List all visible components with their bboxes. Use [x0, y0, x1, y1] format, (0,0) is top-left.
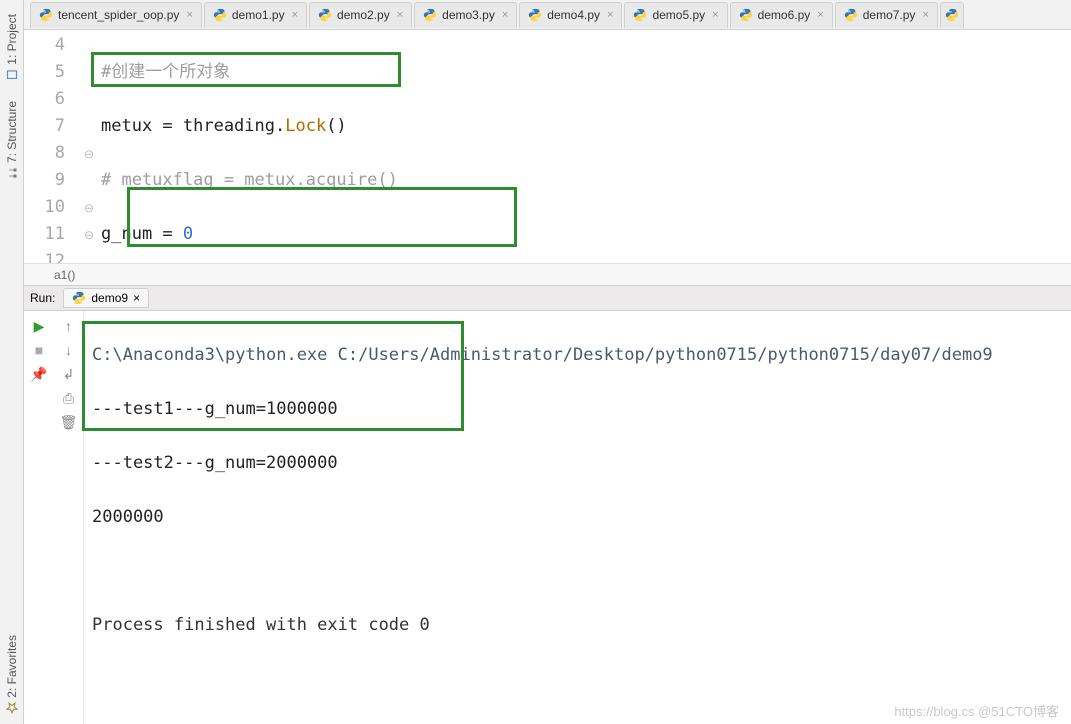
- code-editor[interactable]: 4567 891011 12131415 16171819 ⊖ ⊖ ⊖ ⊟ ⊟ …: [24, 30, 1071, 263]
- fold-icon[interactable]: ⊖: [79, 221, 99, 248]
- close-icon[interactable]: ×: [817, 9, 823, 21]
- editor-tabs: tencent_spider_oop.py × demo1.py× demo2.p…: [24, 0, 1071, 30]
- editor-tab[interactable]: demo5.py×: [624, 2, 727, 28]
- editor-tab-overflow[interactable]: [940, 2, 964, 28]
- trash-icon[interactable]: 🗑: [60, 413, 78, 431]
- editor-tab[interactable]: demo6.py×: [730, 2, 833, 28]
- editor-tab[interactable]: demo2.py×: [309, 2, 412, 28]
- close-icon[interactable]: ×: [502, 9, 508, 21]
- close-icon[interactable]: ×: [133, 291, 140, 305]
- editor-tab[interactable]: demo7.py×: [835, 2, 938, 28]
- run-config-tab[interactable]: demo9 ×: [63, 288, 149, 308]
- close-icon[interactable]: ×: [186, 9, 192, 21]
- close-icon[interactable]: ×: [607, 9, 613, 21]
- breadcrumb[interactable]: a1(): [24, 263, 1071, 285]
- print-icon[interactable]: ⎙: [60, 389, 78, 407]
- editor-tab[interactable]: demo4.py×: [519, 2, 622, 28]
- sidebar-tab-project[interactable]: 1: Project: [3, 6, 21, 89]
- editor-tab[interactable]: demo1.py×: [204, 2, 307, 28]
- line-number-gutter: 4567 891011 12131415 16171819: [24, 30, 79, 263]
- run-label: Run:: [30, 291, 55, 305]
- close-icon[interactable]: ×: [397, 9, 403, 21]
- run-secondary-toolbar: ↑ ↓ ↲ ⎙ 🗑: [54, 311, 84, 724]
- tool-window-bar: 1: Project 7: Structure 2: Favorites: [0, 0, 24, 724]
- pin-icon[interactable]: 📌: [30, 365, 48, 383]
- close-icon[interactable]: ×: [922, 9, 928, 21]
- sidebar-tab-favorites[interactable]: 2: Favorites: [3, 627, 21, 722]
- code-area[interactable]: #创建一个所对象 metux = threading.Lock() # metu…: [99, 30, 1071, 263]
- run-tool-window-header: Run: demo9 ×: [24, 285, 1071, 311]
- fold-icon[interactable]: ⊖: [79, 194, 99, 221]
- sidebar-tab-structure[interactable]: 7: Structure: [3, 93, 21, 187]
- rerun-icon[interactable]: ▶: [30, 317, 48, 335]
- stop-icon[interactable]: ■: [30, 341, 48, 359]
- scroll-down-icon[interactable]: ↓: [60, 341, 78, 359]
- soft-wrap-icon[interactable]: ↲: [60, 365, 78, 383]
- run-primary-toolbar: ▶ ■ 📌: [24, 311, 54, 724]
- scroll-up-icon[interactable]: ↑: [60, 317, 78, 335]
- editor-tab[interactable]: demo3.py×: [414, 2, 517, 28]
- close-icon[interactable]: ×: [292, 9, 298, 21]
- run-tool-window: ▶ ■ 📌 ↑ ↓ ↲ ⎙ 🗑 C:\Anaconda3\python.exe …: [24, 311, 1071, 724]
- editor-tab[interactable]: tencent_spider_oop.py ×: [30, 2, 202, 28]
- fold-gutter: ⊖ ⊖ ⊖ ⊟ ⊟ ⊖: [79, 30, 99, 263]
- console-output[interactable]: C:\Anaconda3\python.exe C:/Users/Adminis…: [84, 311, 1071, 724]
- fold-icon[interactable]: ⊖: [79, 140, 99, 167]
- close-icon[interactable]: ×: [712, 9, 718, 21]
- tab-label: tencent_spider_oop.py: [58, 8, 179, 22]
